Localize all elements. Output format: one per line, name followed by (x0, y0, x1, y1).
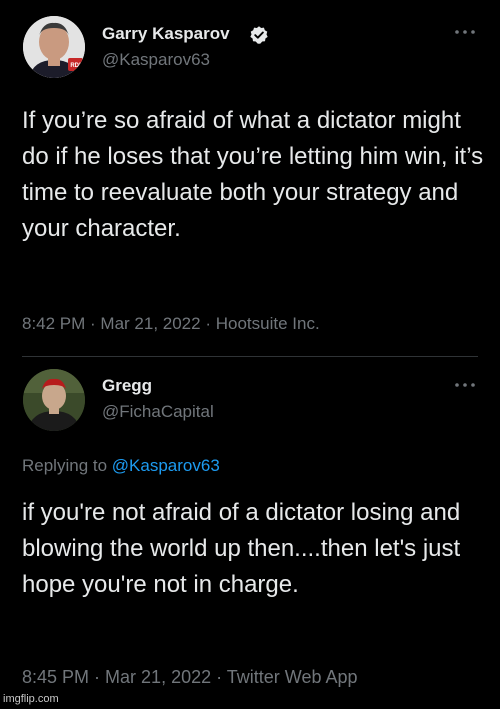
meta-separator: · (85, 314, 101, 333)
more-options-icon[interactable] (454, 28, 476, 36)
tweet-text: if you're not afraid of a dictator losin… (22, 499, 461, 598)
tweet-date[interactable]: Mar 21, 2022 (100, 314, 200, 333)
tweet-time[interactable]: 8:42 PM (22, 314, 85, 333)
user-handle[interactable]: @Kasparov63 (102, 50, 210, 70)
meta-separator: · (200, 314, 216, 333)
avatar-portrait-image (23, 369, 85, 431)
tweet-meta: 8:42 PM · Mar 21, 2022 · Hootsuite Inc. (22, 314, 320, 334)
tweet-source[interactable]: Twitter Web App (227, 667, 358, 687)
tweet-source[interactable]: Hootsuite Inc. (216, 314, 320, 333)
tweet-text: If you’re so afraid of what a dictator m… (22, 107, 484, 242)
avatar[interactable]: RDI (23, 16, 85, 78)
avatar-portrait-image: RDI (23, 16, 85, 78)
avatar[interactable] (23, 369, 85, 431)
more-options-icon[interactable] (454, 381, 476, 389)
replying-to-handle-link[interactable]: @Kasparov63 (112, 456, 220, 475)
display-name[interactable]: Gregg (102, 376, 152, 396)
tweet-gregg-reply: Gregg @FichaCapital Replying to @Kasparo… (0, 357, 500, 709)
display-name[interactable]: Garry Kasparov (102, 24, 230, 44)
watermark: imgflip.com (3, 693, 59, 705)
meta-separator: · (89, 667, 106, 687)
tweet-date[interactable]: Mar 21, 2022 (105, 667, 211, 687)
user-handle[interactable]: @FichaCapital (102, 402, 214, 422)
tweet-meta: 8:45 PM · Mar 21, 2022 · Twitter Web App (22, 667, 358, 688)
replying-to-label: Replying to (22, 456, 108, 475)
verified-badge-icon (250, 26, 268, 44)
tweet-time[interactable]: 8:45 PM (22, 667, 89, 687)
tweet-kasparov: RDI Garry Kasparov @Kasparov63 If you’re… (0, 0, 500, 356)
replying-to: Replying to @Kasparov63 (22, 456, 220, 476)
meta-separator: · (211, 667, 227, 687)
avatar-badge-text: RDI (70, 63, 81, 69)
